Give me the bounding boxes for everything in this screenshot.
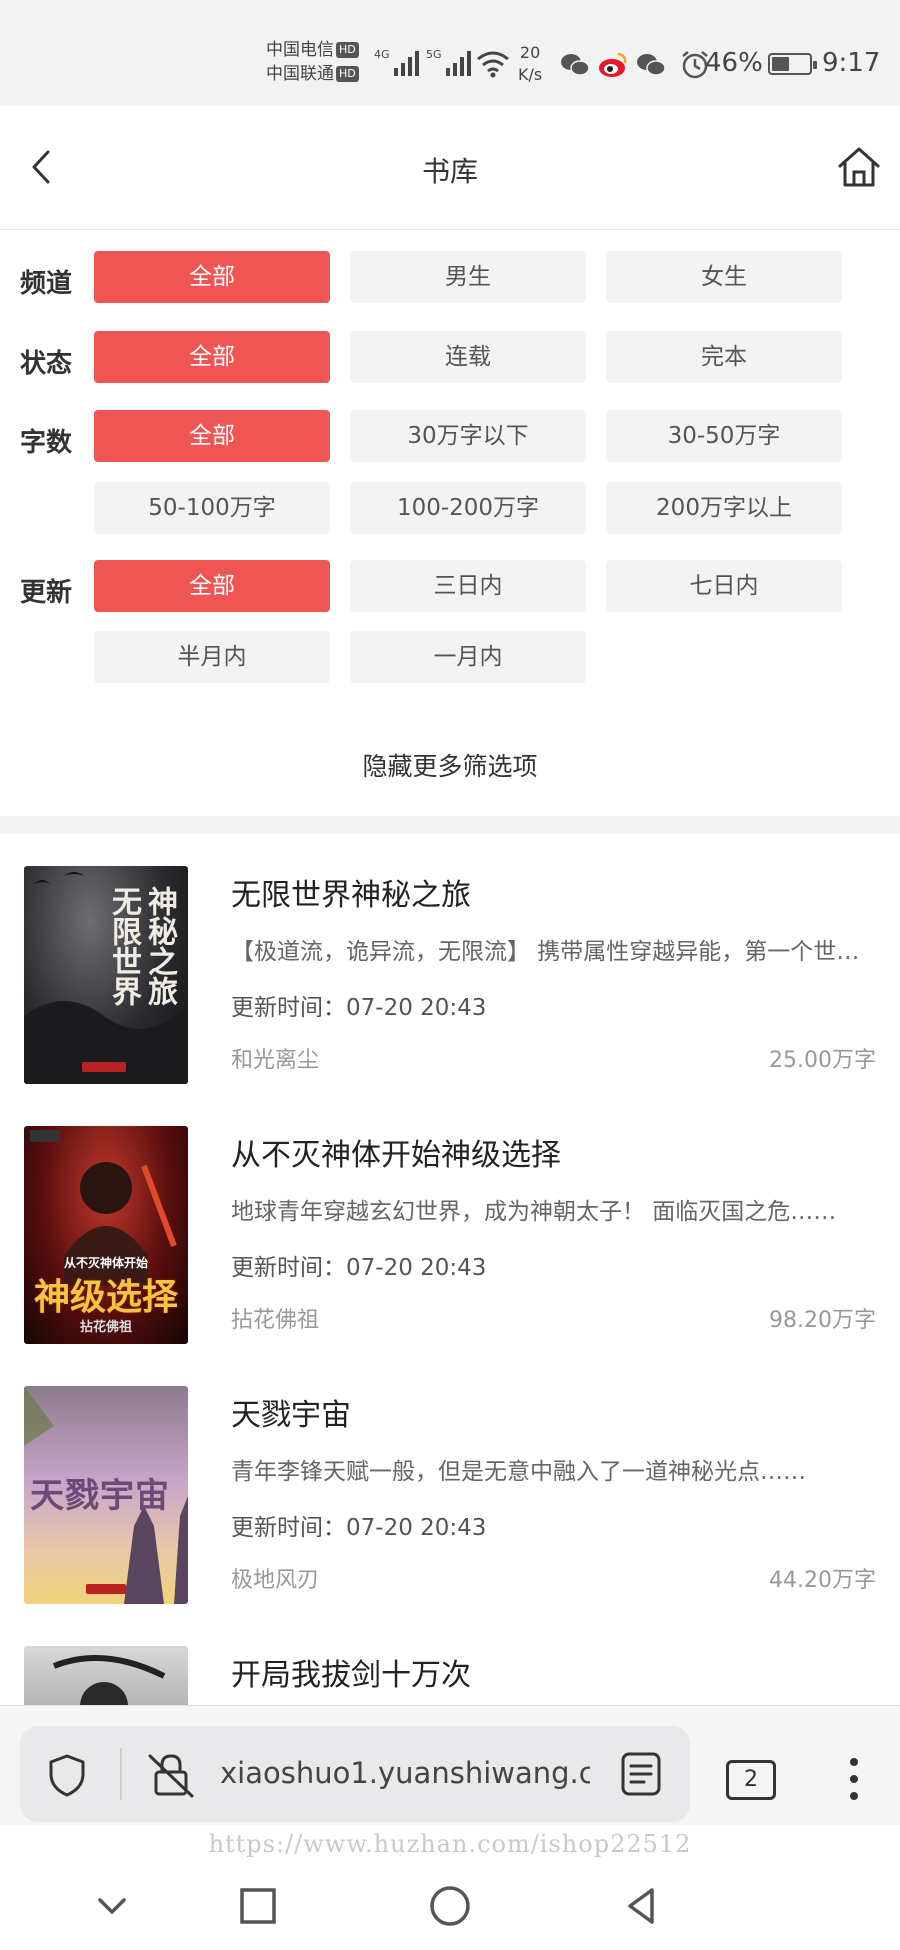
recents-button[interactable] [234,1882,282,1930]
filter-label-words: 字数 [20,428,73,458]
insecure-lock-icon[interactable] [146,1750,196,1800]
page-title: 书库 [421,155,478,188]
book-update-time: 更新时间：07-20 20:43 [231,1515,487,1541]
book-cover[interactable]: 无限世界 神秘之旅 [24,866,188,1084]
book-cover[interactable]: 天戮宇宙 [24,1386,188,1604]
home-nav-button[interactable] [426,1882,474,1930]
filter-row-words-2: 50-100万字 100-200万字 200万字以上 [0,482,900,536]
filter-label-channel: 频道 [20,269,73,299]
filter-row-words: 字数 全部 30万字以下 30-50万字 [0,410,900,464]
chip-status-complete[interactable]: 完本 [606,331,842,383]
chip-words-50-100[interactable]: 50-100万字 [94,482,330,534]
book-word-count: 98.20万字 [769,1308,876,1333]
status-bar: 中国电信 HD 中国联通 HD 4G 5G 20 K/s 46% 9:17 [0,0,900,106]
chip-status-all[interactable]: 全部 [94,331,330,383]
chip-update-7-days[interactable]: 七日内 [606,560,842,612]
book-cover[interactable]: 从不灭神体开始 神级选择 拈花佛祖 [24,1126,188,1344]
chip-words-all[interactable]: 全部 [94,410,330,462]
filter-row-status: 状态 全部 连载 完本 [0,331,900,385]
back-nav-button[interactable] [618,1882,666,1930]
watermark-text: https://www.huzhan.com/ishop22512 [208,1830,692,1858]
book-item[interactable]: 从不灭神体开始 神级选择 拈花佛祖 从不灭神体开始神级选择 地球青年穿越玄幻世界… [0,1094,900,1354]
chip-update-all[interactable]: 全部 [94,560,330,612]
book-item[interactable]: 开局我拔剑十万次 [0,1614,900,1705]
chip-status-ongoing[interactable]: 连载 [350,331,586,383]
chip-channel-male[interactable]: 男生 [350,251,586,303]
book-word-count: 44.20万字 [769,1568,876,1593]
filter-row-update-2: 半月内 一月内 [0,631,900,685]
address-bar-divider [120,1748,122,1800]
filter-row-channel: 频道 全部 男生 女生 [0,251,900,305]
book-word-count: 25.00万字 [769,1048,876,1073]
book-description: 青年李锋天赋一般，但是无意中融入了一道神秘光点…… [231,1459,806,1485]
carrier-info: 中国电信 HD 中国联通 HD [266,38,359,86]
system-nav-bar [0,1860,900,1950]
home-icon [838,147,880,187]
cover-title: 神级选择 [33,1276,178,1318]
carrier-1: 中国电信 [266,40,334,60]
battery-level [772,57,789,71]
wifi-icon [477,51,509,78]
book-author: 极地风刃 [231,1568,320,1593]
shield-icon[interactable] [44,1752,90,1798]
filter-label-status: 状态 [20,349,73,379]
wechat-icon [637,54,666,76]
reader-mode-icon[interactable] [618,1750,664,1798]
book-description: 地球青年穿越玄幻世界，成为神朝太子！ 面临灭国之危…… [231,1199,837,1225]
net-type-4g: 4G [374,48,390,61]
book-update-time: 更新时间：07-20 20:43 [231,995,487,1021]
cover-title: 无限世界 [106,886,141,1006]
book-item[interactable]: 无限世界 神秘之旅 无限世界神秘之旅 【极道流，诡异流，无限流】 携带属性穿越异… [0,834,900,1094]
cover-art [52,1655,166,1705]
filter-row-update: 更新 全部 三日内 七日内 [0,560,900,614]
book-title[interactable]: 开局我拔剑十万次 [231,1650,471,1694]
book-author: 和光离尘 [231,1048,320,1073]
filter-panel: 频道 全部 男生 女生 状态 全部 连载 完本 字数 全部 30万字以下 30-… [0,231,900,816]
carrier-2: 中国联通 [266,64,334,84]
more-options-icon[interactable] [842,1754,866,1804]
chip-words-30-50[interactable]: 30-50万字 [606,410,842,462]
battery-percent: 46% [705,48,763,78]
browser-toolbar: xiaoshuo1.yuanshiwang.cn 2 [0,1705,900,1825]
book-item[interactable]: 天戮宇宙 天戮宇宙 青年李锋天赋一般，但是无意中融入了一道神秘光点…… 更新时间… [0,1354,900,1614]
chip-channel-all[interactable]: 全部 [94,251,330,303]
book-description: 【极道流，诡异流，无限流】 携带属性穿越异能，第一个世界就遭遇诡异事件…… [231,939,871,965]
clock: 9:17 [822,48,881,78]
chip-update-half-month[interactable]: 半月内 [94,631,330,683]
wechat-icon [561,54,590,76]
home-button[interactable] [834,142,884,192]
book-title[interactable]: 天戮宇宙 [231,1390,351,1434]
chevron-down-icon[interactable] [88,1882,136,1930]
hide-more-filters-button[interactable]: 隐藏更多筛选项 [0,747,900,783]
filter-label-update: 更新 [20,578,73,608]
chip-channel-female[interactable]: 女生 [606,251,842,303]
notification-icons [560,48,710,82]
chip-update-3-days[interactable]: 三日内 [350,560,586,612]
book-author: 拈花佛祖 [231,1308,320,1333]
weibo-icon [599,52,627,77]
app-header: 书库 [0,106,900,230]
battery-icon [768,53,817,75]
hd-badge: HD [336,66,359,82]
net-speed: 20 K/s [518,43,543,84]
hd-badge: HD [336,42,359,58]
book-cover[interactable] [24,1646,188,1705]
address-bar[interactable]: xiaoshuo1.yuanshiwang.cn [20,1726,690,1822]
net-type-5g: 5G [426,48,442,61]
cover-title: 天戮宇宙 [30,1476,170,1516]
chip-words-over-200[interactable]: 200万字以上 [606,482,842,534]
cover-author: 拈花佛祖 [79,1320,132,1335]
chip-update-one-month[interactable]: 一月内 [350,631,586,683]
book-title[interactable]: 从不灭神体开始神级选择 [231,1130,561,1174]
chip-words-100-200[interactable]: 100-200万字 [350,482,586,534]
chip-words-under-30[interactable]: 30万字以下 [350,410,586,462]
section-divider [0,816,900,834]
book-update-time: 更新时间：07-20 20:43 [231,1255,487,1281]
url-text[interactable]: xiaoshuo1.yuanshiwang.cn [220,1756,590,1790]
book-title[interactable]: 无限世界神秘之旅 [231,870,471,914]
tabs-button[interactable]: 2 [726,1760,776,1800]
cover-title: 神秘之旅 [142,886,177,1006]
